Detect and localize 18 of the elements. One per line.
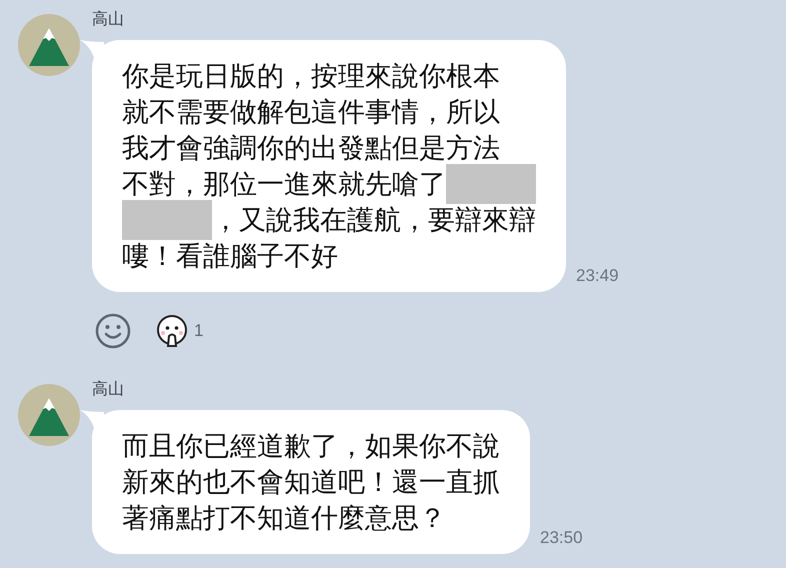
message-time: 23:50 (540, 526, 583, 548)
message-text: ，又說我在護航，要辯來辯 (212, 204, 536, 237)
message-time: 23:49 (576, 264, 619, 286)
sender-name: 高山 (92, 10, 124, 30)
add-reaction-button[interactable] (94, 312, 132, 350)
message-text: 而且你已經道歉了，如果你不說 (122, 430, 500, 463)
praying-face-icon (156, 314, 188, 348)
message-text: 就不需要做解包這件事情，所以 (122, 96, 500, 129)
avatar-mountain-icon[interactable] (18, 14, 80, 76)
message-text: 不對，那位一進來就先嗆了 (122, 168, 446, 201)
message-text: 嘍！看誰腦子不好 (122, 240, 338, 273)
reaction-chip[interactable]: 1 (156, 314, 204, 348)
sender-name: 高山 (92, 380, 124, 400)
message-text: 你是玩日版的，按理來說你根本 (122, 60, 500, 93)
message-text: 著痛點打不知道什麼意思？ (122, 502, 446, 535)
avatar-mountain-icon[interactable] (18, 384, 80, 446)
message-text: 新來的也不會知道吧！還一直抓 (122, 466, 500, 499)
message-text: 我才會強調你的出發點但是方法 (122, 132, 500, 165)
